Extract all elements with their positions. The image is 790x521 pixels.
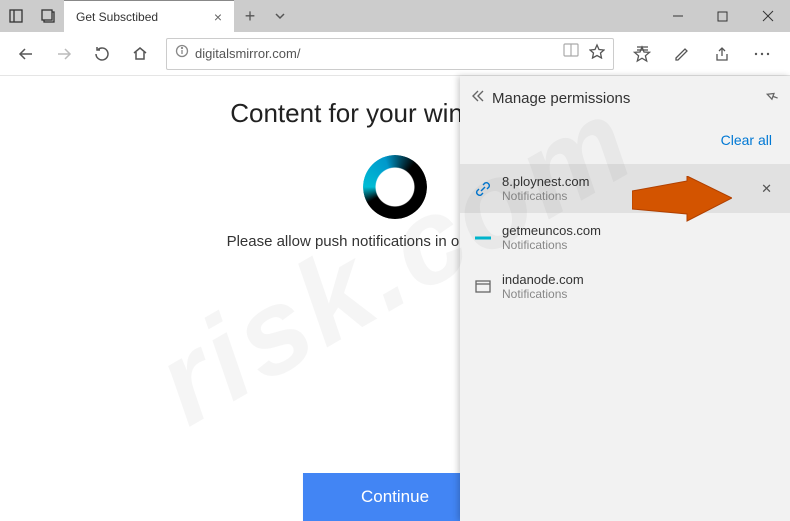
maximize-button[interactable] (700, 0, 745, 32)
address-bar[interactable]: digitalsmirror.com/ (166, 38, 614, 70)
permissions-list: 8.ploynest.com Notifications ✕ getmeunco… (460, 164, 790, 311)
close-tab-icon[interactable]: × (214, 9, 222, 25)
browser-tab[interactable]: Get Subsctibed × (64, 0, 234, 32)
permission-item[interactable]: getmeuncos.com Notifications (460, 213, 790, 262)
permission-sub: Notifications (502, 287, 776, 301)
navigation-bar: digitalsmirror.com/ (0, 32, 790, 76)
permission-sub: Notifications (502, 238, 776, 252)
permission-sub: Notifications (502, 189, 751, 203)
spinner-icon (363, 155, 427, 219)
favorites-icon[interactable] (622, 36, 662, 72)
remove-permission-icon[interactable]: ✕ (761, 181, 776, 197)
site-bar-icon (474, 229, 492, 247)
site-link-icon (474, 180, 492, 198)
close-window-button[interactable] (745, 0, 790, 32)
permission-item[interactable]: 8.ploynest.com Notifications ✕ (460, 164, 790, 213)
url-text: digitalsmirror.com/ (195, 46, 563, 61)
favorite-star-icon[interactable] (589, 43, 605, 64)
minimize-button[interactable] (655, 0, 700, 32)
forward-button (46, 36, 82, 72)
permission-domain: getmeuncos.com (502, 223, 776, 238)
permissions-panel: Manage permissions Clear all 8.ploynest.… (460, 76, 790, 521)
tab-title: Get Subsctibed (76, 10, 206, 24)
share-icon[interactable] (702, 36, 742, 72)
reading-view-icon[interactable] (563, 43, 579, 64)
home-button[interactable] (122, 36, 158, 72)
tabs-aside-icon[interactable] (0, 0, 32, 32)
site-info-icon[interactable] (175, 44, 189, 63)
site-window-icon (474, 278, 492, 296)
tabs-preview-icon[interactable] (32, 0, 64, 32)
clear-all-link[interactable]: Clear all (460, 120, 790, 164)
panel-back-icon[interactable] (470, 89, 486, 108)
tabs-chevron-icon[interactable] (266, 0, 294, 32)
pin-icon[interactable] (764, 88, 780, 109)
window-titlebar: Get Subsctibed × + (0, 0, 790, 32)
notes-icon[interactable] (662, 36, 702, 72)
new-tab-button[interactable]: + (234, 0, 266, 32)
back-button[interactable] (8, 36, 44, 72)
permission-domain: indanode.com (502, 272, 776, 287)
refresh-button[interactable] (84, 36, 120, 72)
panel-title: Manage permissions (492, 90, 758, 107)
permission-domain: 8.ploynest.com (502, 174, 751, 189)
more-icon[interactable] (742, 36, 782, 72)
permission-item[interactable]: indanode.com Notifications (460, 262, 790, 311)
